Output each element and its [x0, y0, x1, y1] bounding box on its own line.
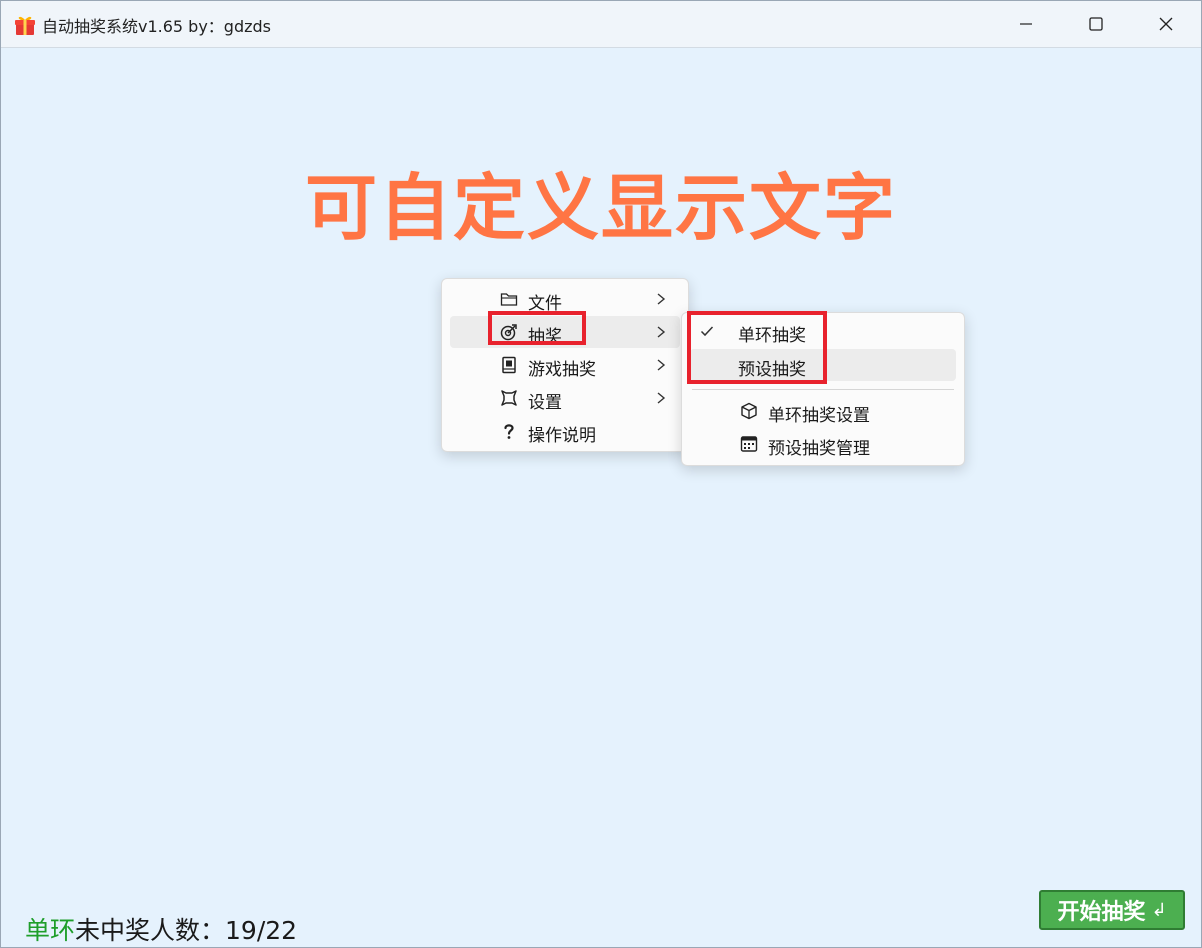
chevron-right-icon [657, 293, 666, 305]
mode-label: 单环 [25, 916, 76, 945]
folder-icon [500, 293, 518, 306]
menu-item-settings[interactable]: 设置 [450, 382, 680, 414]
calendar-icon [740, 436, 758, 452]
minimize-button[interactable] [991, 1, 1061, 47]
box-icon [741, 402, 757, 420]
start-button-label: 开始抽奖 [1057, 900, 1146, 925]
app-window: 自动抽奖系统v1.65 by：gdzds 可自定义显示文字 文件 抽奖 游戏抽奖… [0, 0, 1202, 948]
menu-separator [692, 389, 954, 390]
chevron-right-icon [657, 359, 666, 371]
start-lottery-button[interactable]: 开始抽奖 ↲ [1039, 890, 1185, 930]
maximize-icon [1089, 17, 1103, 31]
highlight-box-lottery [488, 311, 586, 345]
game-icon [502, 356, 516, 374]
menu-item-label: 操作说明 [528, 426, 596, 446]
gift-icon [15, 16, 35, 35]
window-title: 自动抽奖系统v1.65 by：gdzds [42, 17, 272, 36]
submenu-item-label: 预设抽奖管理 [768, 439, 870, 459]
menu-item-label: 游戏抽奖 [528, 360, 596, 380]
submenu-item-single-ring-settings[interactable]: 单环抽奖设置 [690, 395, 956, 427]
chevron-right-icon [657, 326, 666, 338]
menu-item-game-lottery[interactable]: 游戏抽奖 [450, 349, 680, 381]
minimize-icon [1020, 23, 1032, 25]
menu-item-help[interactable]: 操作说明 [450, 415, 680, 447]
maximize-button[interactable] [1061, 1, 1131, 47]
highlight-box-submenu [687, 311, 827, 384]
help-icon [504, 424, 514, 439]
menu-item-label: 设置 [528, 393, 562, 413]
chevron-right-icon [657, 392, 666, 404]
close-button[interactable] [1131, 1, 1201, 47]
status-bar: 单环未中奖人数：19/22 [25, 911, 297, 947]
context-menu: 文件 抽奖 游戏抽奖 设置 操作说明 [441, 278, 689, 452]
enter-icon: ↲ [1151, 899, 1167, 921]
settings-icon [501, 390, 517, 406]
title-bar[interactable]: 自动抽奖系统v1.65 by：gdzds [1, 1, 1201, 48]
submenu-item-preset-manage[interactable]: 预设抽奖管理 [690, 428, 956, 460]
remaining-count: 未中奖人数：19/22 [75, 916, 298, 945]
submenu-item-label: 单环抽奖设置 [768, 406, 870, 426]
close-icon [1159, 17, 1173, 31]
display-text: 可自定义显示文字 [304, 166, 897, 250]
